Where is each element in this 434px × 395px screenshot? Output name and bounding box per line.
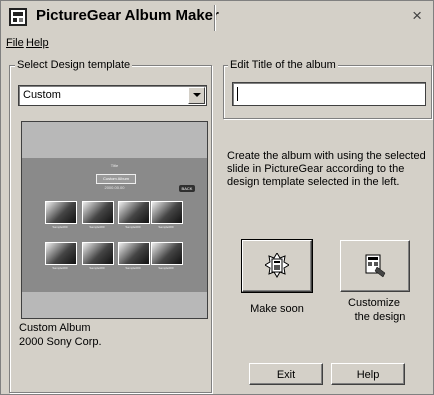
preview-thumb-label: Sample000 bbox=[125, 225, 141, 229]
preview-thumb bbox=[151, 201, 183, 224]
preview-thumb bbox=[118, 242, 150, 265]
album-title-input[interactable] bbox=[232, 82, 426, 106]
preview-thumb-label: Sample000 bbox=[89, 266, 105, 270]
help-button[interactable]: Help bbox=[331, 363, 405, 385]
preview-tag: BACK bbox=[179, 185, 195, 192]
preview-thumb-label: Sample000 bbox=[125, 266, 141, 270]
template-preview: Title Custom Album 2000.00.00 BACK Sampl… bbox=[21, 121, 208, 319]
description-text: Create the album with using the selected… bbox=[227, 150, 426, 188]
album-maker-window: PictureGear Album Maker × File Help Sele… bbox=[0, 0, 434, 395]
app-icon bbox=[8, 7, 28, 27]
preview-thumb bbox=[82, 201, 114, 224]
preview-thumb bbox=[151, 242, 183, 265]
menu-file[interactable]: File bbox=[6, 37, 24, 49]
make-soon-label: Make soon bbox=[250, 303, 304, 315]
exit-button[interactable]: Exit bbox=[249, 363, 323, 385]
preview-top-caption: Title bbox=[110, 163, 119, 168]
customize-icon bbox=[363, 253, 387, 279]
preview-thumb bbox=[118, 201, 150, 224]
exit-button-label: Exit bbox=[276, 369, 296, 381]
text-caret bbox=[237, 87, 238, 101]
menu-bar: File Help bbox=[2, 33, 432, 53]
preview-album-label: Custom Album bbox=[96, 174, 136, 184]
menu-file-label: File bbox=[6, 37, 24, 49]
help-button-label: Help bbox=[356, 369, 380, 381]
template-select[interactable]: Custom bbox=[18, 85, 207, 106]
customize-label-line1: Customize bbox=[348, 297, 400, 309]
template-select-value: Custom bbox=[23, 89, 61, 101]
template-credit-copyright: 2000 Sony Corp. bbox=[19, 336, 102, 348]
preview-thumb-label: Sample000 bbox=[158, 225, 174, 229]
preview-thumb bbox=[45, 201, 77, 224]
template-group-legend: Select Design template bbox=[15, 59, 133, 71]
preview-thumb-label: Sample000 bbox=[52, 266, 68, 270]
preview-thumb bbox=[82, 242, 114, 265]
template-credit-title: Custom Album bbox=[19, 322, 91, 334]
close-icon[interactable]: × bbox=[412, 6, 422, 26]
menu-help[interactable]: Help bbox=[26, 37, 49, 49]
preview-thumb-label: Sample000 bbox=[158, 266, 174, 270]
window-title: PictureGear Album Maker bbox=[36, 7, 219, 24]
title-bar[interactable]: PictureGear Album Maker × bbox=[2, 2, 432, 32]
make-soon-button[interactable] bbox=[241, 239, 313, 293]
chevron-down-icon[interactable] bbox=[188, 87, 205, 104]
customize-label-line2: the design bbox=[354, 311, 406, 323]
make-album-icon bbox=[264, 252, 290, 279]
customize-design-button[interactable] bbox=[340, 240, 410, 292]
preview-thumb-label: Sample000 bbox=[52, 225, 68, 229]
title-group-legend: Edit Title of the album bbox=[228, 59, 338, 71]
menu-help-label: Help bbox=[26, 37, 49, 49]
preview-thumb-label: Sample000 bbox=[89, 225, 105, 229]
preview-thumb bbox=[45, 242, 77, 265]
title-separator bbox=[214, 5, 216, 31]
